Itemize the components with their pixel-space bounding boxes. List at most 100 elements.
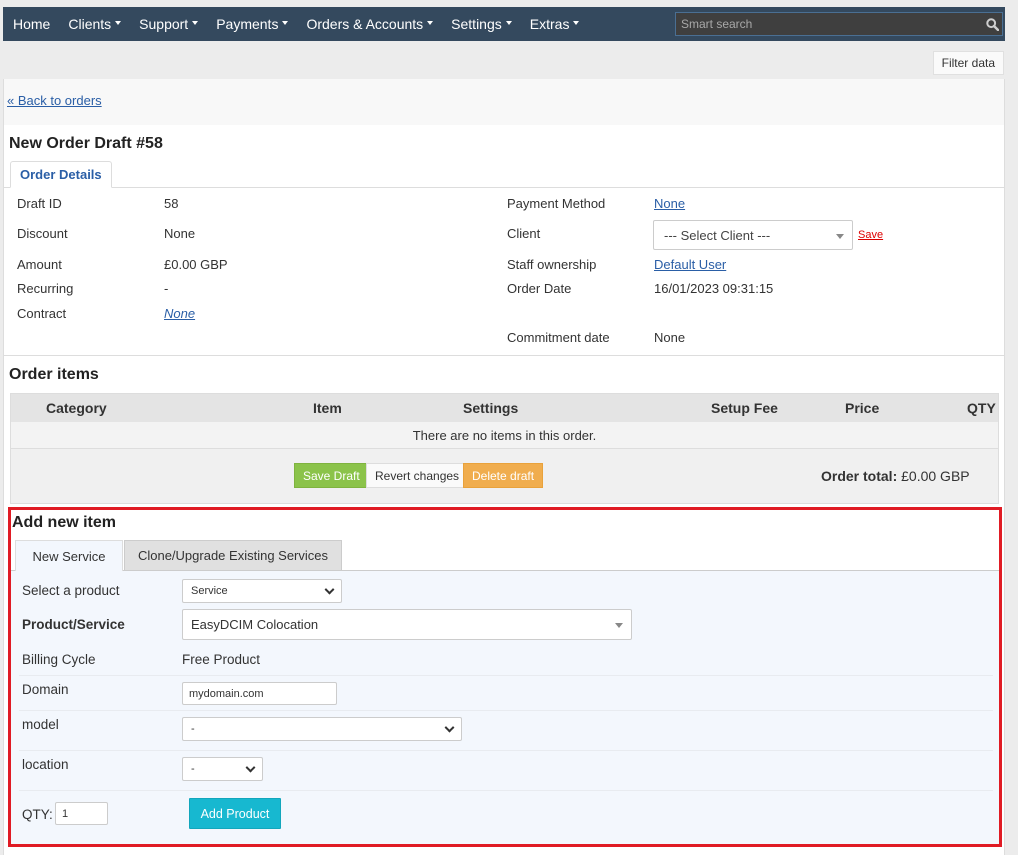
- product-service-label: Product/Service: [22, 617, 125, 632]
- delete-draft-button[interactable]: Delete draft: [463, 463, 544, 488]
- order-date-label: Order Date: [507, 281, 572, 296]
- chevron-down-icon: [324, 584, 335, 595]
- payment-method-link[interactable]: None: [654, 196, 685, 211]
- smart-search: [675, 12, 1003, 36]
- location-label: location: [22, 757, 69, 772]
- nav-label: Support: [139, 16, 189, 32]
- nav-label: Extras: [529, 16, 570, 32]
- discount-value: None: [164, 226, 196, 241]
- search-icon[interactable]: [982, 14, 1002, 34]
- nav-label: Orders & Accounts: [306, 16, 424, 32]
- domain-label: Domain: [22, 682, 69, 697]
- payment-method-label: Payment Method: [507, 196, 606, 211]
- row-divider: [19, 790, 993, 791]
- table-header: Category Item Settings Setup Fee Price Q…: [11, 394, 998, 422]
- caret-down-icon: [115, 21, 122, 25]
- contract-link[interactable]: None: [164, 306, 195, 321]
- add-new-item-section: Add new item New Service Clone/Upgrade E…: [8, 507, 1002, 847]
- amount-label: Amount: [17, 257, 62, 272]
- row-divider: [19, 710, 993, 711]
- details-tabbar: Order Details: [4, 161, 1004, 188]
- tab-clone-upgrade[interactable]: Clone/Upgrade Existing Services: [124, 540, 342, 571]
- tab-order-details[interactable]: Order Details: [10, 161, 112, 188]
- nav-extras[interactable]: Extras: [521, 7, 589, 41]
- nav-home[interactable]: Home: [3, 7, 59, 41]
- order-total-value: £0.00 GBP: [901, 468, 970, 484]
- domain-input[interactable]: [182, 682, 337, 705]
- caret-down-icon: [573, 21, 580, 25]
- billing-cycle-value: Free Product: [182, 652, 261, 667]
- save-draft-button[interactable]: Save Draft: [294, 463, 369, 488]
- add-item-tabs: New Service Clone/Upgrade Existing Servi…: [11, 539, 999, 572]
- draft-id-value: 58: [164, 196, 179, 211]
- dropdown-arrow-icon: [615, 623, 623, 628]
- nav-label: Settings: [451, 16, 502, 32]
- recurring-label: Recurring: [17, 281, 74, 296]
- revert-changes-button[interactable]: Revert changes: [366, 463, 469, 488]
- recurring-value: -: [164, 281, 169, 296]
- col-category: Category: [46, 400, 107, 416]
- staff-ownership-label: Staff ownership: [507, 257, 597, 272]
- qty-input[interactable]: [55, 802, 108, 825]
- order-draft-panel: « Back to orders New Order Draft #58 Ord…: [3, 79, 1005, 855]
- nav-label: Payments: [216, 16, 279, 32]
- location-select[interactable]: -: [182, 757, 263, 781]
- dropdown-arrow-icon: [836, 234, 844, 239]
- top-navbar: Home Clients Support Payments Orders & A…: [3, 7, 1005, 41]
- back-to-orders-link[interactable]: « Back to orders: [7, 93, 102, 108]
- order-total-label: Order total:: [821, 468, 898, 484]
- back-bar: « Back to orders: [4, 79, 1004, 125]
- nav-label: Home: [13, 16, 51, 32]
- model-label: model: [22, 717, 59, 732]
- col-qty: QTY: [967, 400, 996, 416]
- client-select-value: --- Select Client ---: [664, 227, 771, 243]
- row-divider: [19, 750, 993, 751]
- order-items-title: Order items: [9, 366, 99, 383]
- order-items-table: Category Item Settings Setup Fee Price Q…: [10, 393, 999, 504]
- col-settings: Settings: [463, 400, 519, 416]
- chevron-down-icon: [444, 722, 455, 733]
- client-select[interactable]: --- Select Client ---: [653, 220, 853, 250]
- client-save-link[interactable]: Save: [858, 229, 883, 241]
- caret-down-icon: [282, 21, 289, 25]
- nav-clients[interactable]: Clients: [59, 7, 130, 41]
- staff-ownership-link[interactable]: Default User: [654, 257, 726, 272]
- order-date-value: 16/01/2023 09:31:15: [654, 281, 774, 296]
- order-details: Draft ID 58 Discount None Amount £0.00 G…: [4, 189, 1004, 356]
- add-product-button[interactable]: Add Product: [189, 798, 281, 829]
- commitment-date-label: Commitment date: [507, 330, 610, 345]
- page-title: New Order Draft #58: [9, 135, 163, 152]
- qty-label: QTY:: [22, 807, 53, 822]
- col-price: Price: [845, 400, 880, 416]
- location-value: -: [191, 763, 195, 775]
- caret-down-icon: [427, 21, 434, 25]
- amount-value: £0.00 GBP: [164, 257, 228, 272]
- product-service-select[interactable]: EasyDCIM Colocation: [182, 609, 632, 640]
- empty-message: There are no items in this order.: [11, 422, 998, 449]
- discount-label: Discount: [17, 226, 68, 241]
- col-item: Item: [313, 400, 342, 416]
- smart-search-input[interactable]: [676, 13, 982, 35]
- model-select[interactable]: -: [182, 717, 462, 741]
- new-service-form: Select a product Service Product/Service…: [11, 571, 999, 844]
- billing-cycle-label: Billing Cycle: [22, 652, 96, 667]
- page-scrollbar[interactable]: [1004, 80, 1018, 855]
- caret-down-icon: [505, 21, 512, 25]
- add-new-item-title: Add new item: [12, 514, 117, 531]
- model-value: -: [191, 723, 195, 735]
- select-product-label: Select a product: [22, 583, 120, 598]
- contract-label: Contract: [17, 306, 67, 321]
- nav-label: Clients: [68, 16, 112, 32]
- select-product-dropdown[interactable]: Service: [182, 579, 342, 603]
- nav-support[interactable]: Support: [130, 7, 207, 41]
- commitment-date-value: None: [654, 330, 686, 345]
- nav-orders-accounts[interactable]: Orders & Accounts: [297, 7, 442, 41]
- nav-payments[interactable]: Payments: [207, 7, 297, 41]
- filter-data-button[interactable]: Filter data: [932, 51, 1004, 75]
- tab-new-service[interactable]: New Service: [15, 540, 123, 572]
- col-setup-fee: Setup Fee: [711, 400, 778, 416]
- row-divider: [19, 675, 993, 676]
- select-product-value: Service: [191, 585, 228, 597]
- product-service-value: EasyDCIM Colocation: [191, 617, 319, 632]
- nav-settings[interactable]: Settings: [442, 7, 521, 41]
